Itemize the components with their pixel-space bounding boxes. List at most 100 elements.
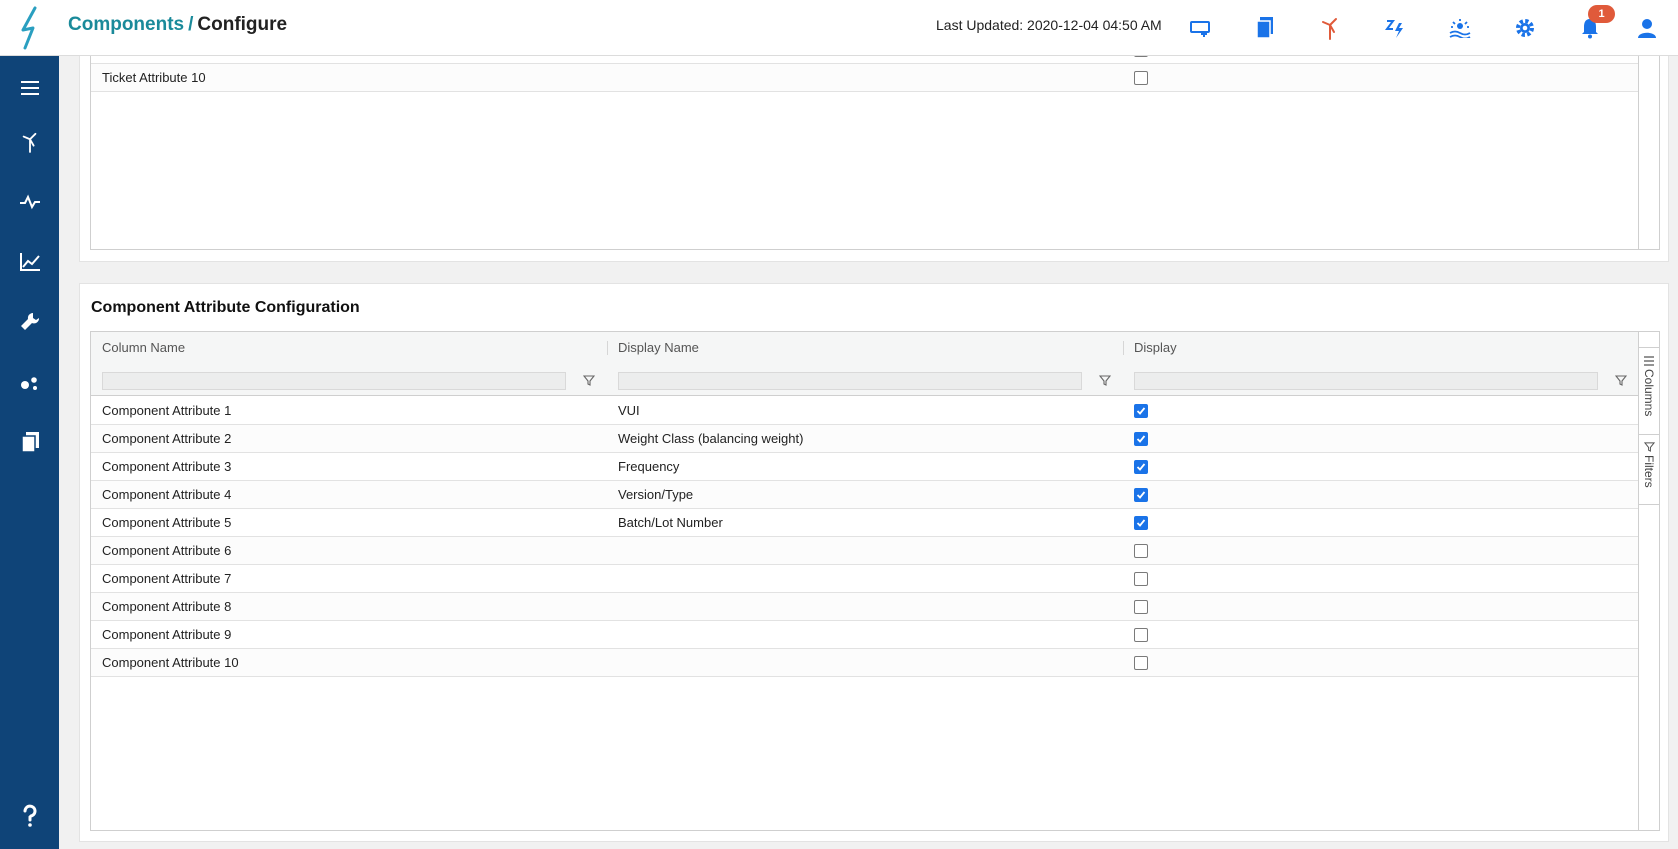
- monitor-sync-icon[interactable]: [1184, 12, 1216, 44]
- display-cell: [1123, 64, 1639, 92]
- filter-icon[interactable]: [582, 374, 595, 387]
- display-checkbox[interactable]: [1134, 404, 1148, 418]
- display-name-cell[interactable]: Version/Type: [607, 481, 1123, 509]
- filters-tab-label: Filters: [1642, 455, 1656, 488]
- top-bar: Components / Configure Last Updated: 2020-…: [0, 0, 1678, 56]
- display-checkbox[interactable]: [1134, 572, 1148, 586]
- display-checkbox[interactable]: [1134, 600, 1148, 614]
- filter-icon[interactable]: [1098, 374, 1111, 387]
- display-checkbox[interactable]: [1134, 488, 1148, 502]
- column-header-display[interactable]: Display: [1123, 332, 1639, 364]
- display-cell: [1123, 649, 1639, 677]
- filter-row: [91, 364, 1639, 396]
- column-name-cell: Component Attribute 9: [102, 627, 232, 642]
- display-name-cell[interactable]: [607, 593, 1123, 621]
- display-checkbox[interactable]: [1134, 516, 1148, 530]
- breadcrumb-separator: /: [188, 14, 194, 35]
- ticket-grid-side-panel: [1638, 56, 1659, 249]
- display-checkbox[interactable]: [1134, 71, 1148, 85]
- display-name-cell[interactable]: Weight Class (balancing weight): [607, 425, 1123, 453]
- display-cell: [1123, 537, 1639, 565]
- menu-icon[interactable]: [0, 68, 59, 108]
- table-row[interactable]: Component Attribute 8: [91, 593, 1639, 621]
- settings-gear-icon[interactable]: [1509, 12, 1541, 44]
- display-name-cell[interactable]: Frequency: [607, 453, 1123, 481]
- display-checkbox[interactable]: [1134, 432, 1148, 446]
- display-name-filter-input[interactable]: [618, 372, 1082, 390]
- display-name-cell[interactable]: [607, 537, 1123, 565]
- display-cell: [1123, 509, 1639, 537]
- table-row[interactable]: Component Attribute 7: [91, 565, 1639, 593]
- display-name-cell[interactable]: [607, 565, 1123, 593]
- column-name-cell: Component Attribute 7: [102, 571, 232, 586]
- component-attribute-grid: Column Name Display Name Display Compone…: [90, 331, 1660, 831]
- column-name-cell: Ticket Attribute 10: [102, 70, 206, 85]
- display-cell: [1123, 481, 1639, 509]
- column-name-cell: Component Attribute 10: [102, 655, 239, 670]
- table-row[interactable]: Component Attribute 3 Frequency: [91, 453, 1639, 481]
- column-header-display-name[interactable]: Display Name: [607, 332, 1123, 364]
- page-title: Configure: [197, 14, 288, 35]
- column-name-cell: Component Attribute 6: [102, 543, 232, 558]
- column-name-cell: Component Attribute 8: [102, 599, 232, 614]
- table-row[interactable]: Component Attribute 9: [91, 621, 1639, 649]
- filter-icon: [1643, 442, 1655, 452]
- table-row[interactable]: Component Attribute 5 Batch/Lot Number: [91, 509, 1639, 537]
- columns-tab-label: Columns: [1642, 369, 1656, 417]
- wrench-icon[interactable]: [0, 302, 59, 342]
- columns-icon: [1644, 356, 1654, 366]
- display-cell: [1123, 565, 1639, 593]
- pulse-icon[interactable]: [0, 182, 59, 222]
- table-row[interactable]: Component Attribute 4 Version/Type: [91, 481, 1639, 509]
- table-row[interactable]: Ticket Attribute 10: [91, 64, 1639, 92]
- column-name-cell: Component Attribute 2: [102, 431, 232, 446]
- component-attribute-panel: Component Attribute Configuration Column…: [79, 283, 1669, 842]
- column-header-column-name[interactable]: Column Name: [91, 332, 607, 364]
- library-icon[interactable]: [0, 422, 59, 462]
- wind-turbine-icon[interactable]: [1314, 12, 1346, 44]
- column-name-cell: Component Attribute 1: [102, 403, 232, 418]
- app-logo-icon[interactable]: [0, 0, 59, 56]
- column-name-cell: Component Attribute 5: [102, 515, 232, 530]
- display-checkbox[interactable]: [1134, 656, 1148, 670]
- display-name-cell[interactable]: [607, 649, 1123, 677]
- chart-icon[interactable]: [0, 242, 59, 282]
- table-row[interactable]: Component Attribute 1 VUI: [91, 397, 1639, 425]
- display-name-cell[interactable]: [607, 621, 1123, 649]
- notification-badge[interactable]: 1: [1588, 5, 1615, 23]
- grid-header: Column Name Display Name Display: [91, 332, 1639, 364]
- column-name-filter-input[interactable]: [102, 372, 566, 390]
- breadcrumb-components-link[interactable]: Components: [68, 14, 184, 35]
- display-checkbox[interactable]: [1134, 460, 1148, 474]
- documents-icon[interactable]: [1249, 12, 1281, 44]
- display-cell: [1123, 593, 1639, 621]
- filter-icon[interactable]: [1614, 374, 1627, 387]
- column-name-cell: Component Attribute 4: [102, 487, 232, 502]
- display-checkbox[interactable]: [1134, 628, 1148, 642]
- sidebar: [0, 56, 59, 849]
- columns-tool-tab[interactable]: Columns: [1639, 356, 1659, 416]
- last-updated-text: Last Updated: 2020-12-04 04:50 AM: [936, 17, 1162, 33]
- display-cell: [1123, 425, 1639, 453]
- user-icon[interactable]: [1631, 12, 1663, 44]
- ticket-attribute-panel: Ticket Attribute 9Ticket Attribute 10: [79, 42, 1669, 262]
- table-row[interactable]: Component Attribute 6: [91, 537, 1639, 565]
- table-row[interactable]: Component Attribute 10: [91, 649, 1639, 677]
- turbine-icon[interactable]: [0, 122, 59, 162]
- weather-power-icon[interactable]: [1379, 12, 1411, 44]
- filters-tool-tab[interactable]: Filters: [1639, 442, 1659, 488]
- ticket-attribute-grid: Ticket Attribute 9Ticket Attribute 10: [90, 42, 1660, 250]
- display-checkbox[interactable]: [1134, 544, 1148, 558]
- display-name-cell[interactable]: Batch/Lot Number: [607, 509, 1123, 537]
- molecule-icon[interactable]: [0, 362, 59, 402]
- display-cell: [1123, 621, 1639, 649]
- breadcrumb: Components / Configure: [68, 14, 287, 36]
- table-row[interactable]: Component Attribute 2 Weight Class (balan…: [91, 425, 1639, 453]
- help-icon[interactable]: [0, 796, 59, 836]
- display-filter-input[interactable]: [1134, 372, 1598, 390]
- display-name-cell[interactable]: VUI: [607, 397, 1123, 425]
- display-cell: [1123, 397, 1639, 425]
- column-name-cell: Component Attribute 3: [102, 459, 232, 474]
- display-cell: [1123, 453, 1639, 481]
- solar-icon[interactable]: [1444, 12, 1476, 44]
